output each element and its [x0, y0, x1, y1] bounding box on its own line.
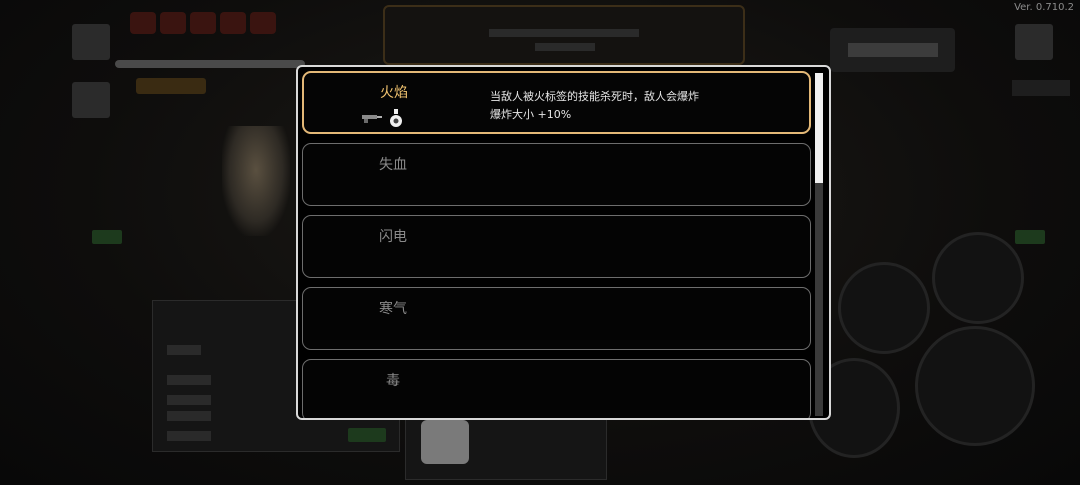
- health-bar: [115, 60, 305, 68]
- skill-button: [838, 262, 930, 354]
- item-description: 当敌人被火标签的技能杀死时，敌人会爆炸 爆炸大小 +10%: [490, 88, 699, 124]
- heart-icon: [190, 12, 216, 34]
- enemy-tag: [92, 230, 122, 244]
- item-title: 失血: [379, 157, 407, 173]
- list-item-lightning[interactable]: 闪电: [302, 215, 811, 278]
- element-tag-list[interactable]: 火焰 当敌人被火标签的技能杀死时，敌人会爆炸 爆炸大小 +10% 失血 闪电 寒…: [302, 71, 811, 418]
- objective-panel: [830, 28, 955, 72]
- gold-counter: [136, 78, 206, 94]
- item-title: 火焰: [380, 85, 408, 101]
- element-tag-modal: 火焰 当敌人被火标签的技能杀死时，敌人会爆炸 爆炸大小 +10% 失血 闪电 寒…: [296, 65, 831, 420]
- right-stat: [1012, 80, 1070, 96]
- item-title: 寒气: [379, 301, 407, 317]
- heart-icon: [220, 12, 246, 34]
- health-hearts: [130, 12, 276, 34]
- inventory-icon: [72, 82, 110, 118]
- attack-button: [915, 326, 1035, 446]
- heart-icon: [160, 12, 186, 34]
- settings-icon: [1015, 24, 1053, 60]
- description-line: 爆炸大小 +10%: [490, 108, 572, 121]
- lock-icon: [421, 420, 469, 464]
- item-title: 毒: [386, 373, 400, 389]
- potion-icon: [390, 109, 402, 127]
- item-icons: [361, 108, 403, 128]
- heart-icon: [250, 12, 276, 34]
- list-item-fire[interactable]: 火焰 当敌人被火标签的技能杀死时，敌人会爆炸 爆炸大小 +10%: [302, 71, 811, 134]
- version-label: Ver. 0.710.2: [1014, 2, 1074, 13]
- list-item-bleed[interactable]: 失血: [302, 143, 811, 206]
- player-character: [222, 126, 290, 236]
- menu-icon: [72, 24, 110, 60]
- scrollbar-thumb[interactable]: [815, 73, 823, 183]
- dodge-button: [932, 232, 1024, 324]
- heart-icon: [130, 12, 156, 34]
- enemy-tag: [1015, 230, 1045, 244]
- description-line: 当敌人被火标签的技能杀死时，敌人会爆炸: [490, 90, 699, 103]
- percent-badge: [348, 428, 386, 442]
- list-item-poison[interactable]: 毒: [302, 359, 811, 418]
- item-title: 闪电: [379, 229, 407, 245]
- quest-panel: [383, 5, 745, 65]
- list-scrollbar[interactable]: [815, 73, 823, 416]
- list-item-frost[interactable]: 寒气: [302, 287, 811, 350]
- gun-icon: [362, 115, 382, 123]
